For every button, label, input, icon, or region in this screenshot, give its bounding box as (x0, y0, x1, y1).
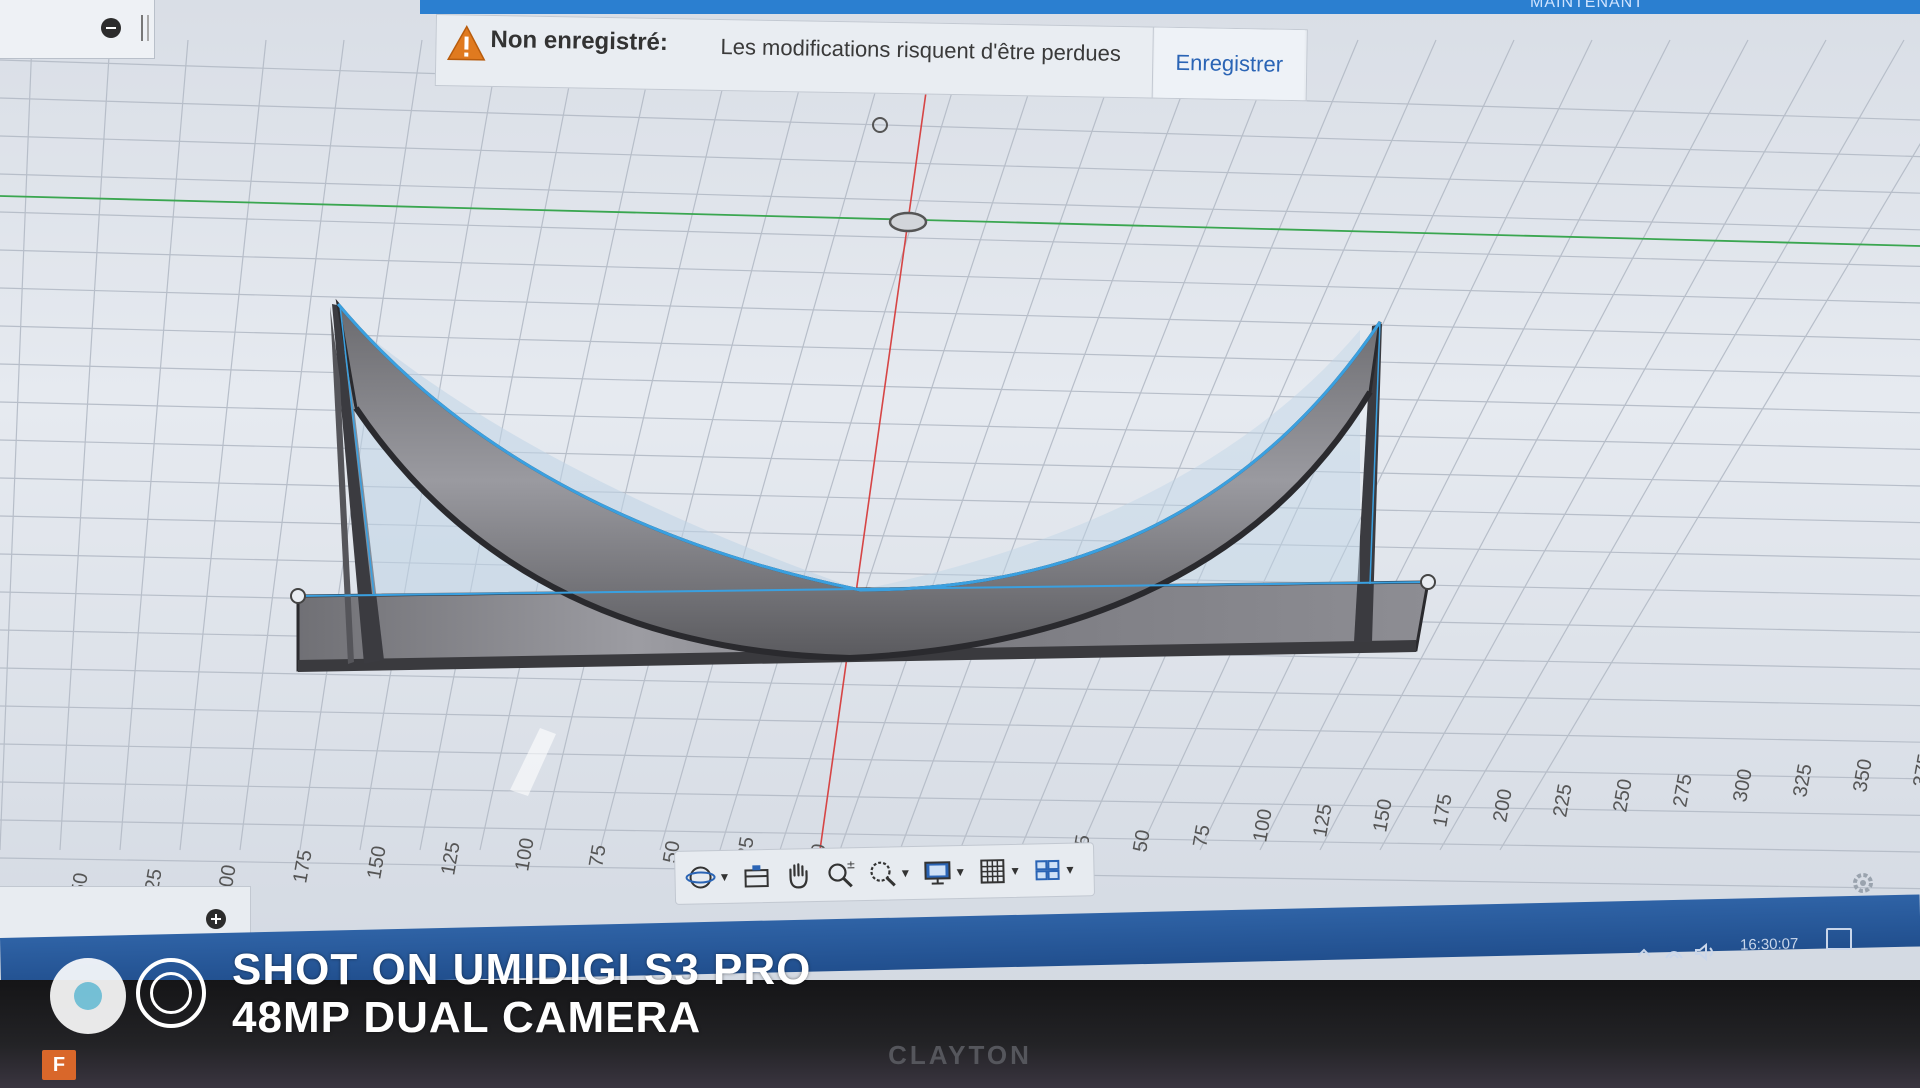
look-at-button[interactable] (738, 854, 775, 899)
camera-mode-icon (136, 958, 206, 1028)
ruler-label: 325 (1789, 762, 1816, 799)
chevron-down-icon: ▼ (899, 866, 912, 881)
chevron-down-icon: ▼ (1009, 863, 1022, 878)
watermark-line-1: SHOT ON UMIDIGI S3 PRO (232, 945, 812, 994)
grid-line (599, 39, 813, 851)
ruler-label: 175 (1429, 792, 1456, 829)
notification-icon[interactable] (1826, 928, 1852, 950)
grid-line (839, 39, 1125, 851)
system-tray (1637, 942, 1713, 962)
monitor-brand: CLAYTON (888, 1040, 1032, 1070)
ruler-label: 125 (1309, 802, 1336, 839)
ruler-label: 350 (1849, 757, 1876, 794)
expand-icon[interactable] (206, 909, 226, 929)
collapse-icon[interactable] (101, 18, 121, 38)
grid-line (539, 39, 735, 851)
display-settings-icon (924, 861, 951, 885)
pan-button[interactable] (780, 853, 817, 898)
grid-line (0, 743, 1920, 780)
ruler-label: 100 (511, 836, 538, 873)
ruler-label: 150 (363, 844, 390, 881)
ruler-label: 375 (1909, 752, 1920, 789)
ruler-label: 00 (215, 863, 241, 889)
orbit-icon (685, 866, 716, 889)
grid-line (0, 287, 1920, 341)
ruler-label: 100 (1249, 807, 1276, 844)
ruler-label: 150 (1369, 797, 1396, 834)
grid-line (0, 325, 1920, 377)
save-button[interactable]: Enregistrer (1153, 27, 1305, 101)
chevron-down-icon: ▼ (954, 864, 967, 880)
grid-line (0, 135, 1920, 194)
ruler-label: 50 (1129, 828, 1155, 854)
look-at-icon (744, 865, 769, 888)
viewports-icon (1034, 859, 1060, 881)
ruler-label: 200 (1489, 787, 1516, 824)
app-logo-icon[interactable]: F (42, 1050, 76, 1080)
chevron-up-icon[interactable] (1637, 948, 1651, 957)
ruler-label: 250 (1609, 777, 1636, 814)
grid-line (0, 515, 1920, 560)
grid-line (1319, 39, 1749, 851)
zoom-icon: ± (828, 858, 856, 888)
banner-title: Non enregistré: (490, 25, 669, 57)
grid-line (899, 39, 1203, 851)
grid-line (1439, 39, 1905, 851)
ruler-label: 300 (1729, 767, 1756, 804)
gear-icon[interactable] (1850, 870, 1876, 896)
navigation-toolbar: ▼ ± ▼ ▼ ▼ ▼ (674, 842, 1096, 905)
screen-glare (510, 728, 556, 796)
browser-panel[interactable] (0, 0, 155, 59)
unsaved-banner: Non enregistré: Les modifications risque… (434, 14, 1308, 102)
ruler-label: 175 (289, 848, 316, 885)
ruler-label: 125 (437, 840, 464, 877)
grid-line (0, 363, 1920, 414)
ruler-label: 75 (585, 843, 611, 869)
grid-line (239, 39, 345, 851)
grid-line (1499, 143, 1920, 851)
fit-button[interactable]: ▼ (864, 851, 914, 896)
watermark-line-2: 48MP DUAL CAMERA (232, 993, 702, 1042)
grid-button[interactable]: ▼ (974, 849, 1024, 894)
chevron-down-icon: ▼ (1063, 862, 1077, 877)
camera-watermark: SHOT ON UMIDIGI S3 PRO 48MP DUAL CAMERA (232, 946, 811, 1042)
warning-icon (446, 24, 486, 61)
grid-icon (979, 859, 1005, 884)
banner-message: Les modifications risquent d'être perdue… (720, 33, 1122, 66)
ruler-label: 75 (1189, 823, 1215, 849)
menu-strip: MAINTENANT (420, 0, 1920, 14)
viewports-button[interactable]: ▼ (1029, 848, 1079, 893)
svg-text:±: ± (846, 858, 855, 871)
grid-line (779, 39, 1047, 851)
grid-line (0, 667, 1920, 707)
display-settings-button[interactable]: ▼ (919, 850, 969, 895)
grid-line (0, 401, 1920, 450)
menu-strip-label: MAINTENANT (1530, 0, 1644, 11)
camera-shutter-icon (50, 958, 126, 1034)
axis-handle[interactable] (888, 211, 928, 233)
panel-grip-icon[interactable] (141, 15, 149, 41)
cad-viewport[interactable]: 55025001751501251007550250 2550751001251… (0, 0, 1920, 1000)
fit-icon (870, 861, 896, 887)
y-axis-line (819, 77, 929, 851)
ruler-label: 275 (1669, 772, 1696, 809)
wifi-icon[interactable] (1665, 951, 1683, 959)
taskbar-clock[interactable]: 16:30:07 (1740, 935, 1799, 953)
grid-line (59, 39, 111, 851)
grid-line (0, 97, 1920, 158)
chevron-down-icon: ▼ (718, 869, 731, 885)
orbit-button[interactable]: ▼ (681, 855, 733, 900)
pan-icon (789, 863, 808, 889)
zoom-button[interactable]: ± (822, 852, 859, 897)
grid-line (0, 705, 1920, 743)
grid-line (0, 477, 1920, 524)
grid-line (119, 39, 189, 851)
ruler-label: 225 (1549, 782, 1576, 819)
ruler-right: 2550751001251501752002252502753003253503… (1069, 752, 1920, 859)
ground-grid (0, 39, 1920, 890)
volume-icon[interactable] (1695, 942, 1713, 962)
grid-line (0, 39, 33, 851)
